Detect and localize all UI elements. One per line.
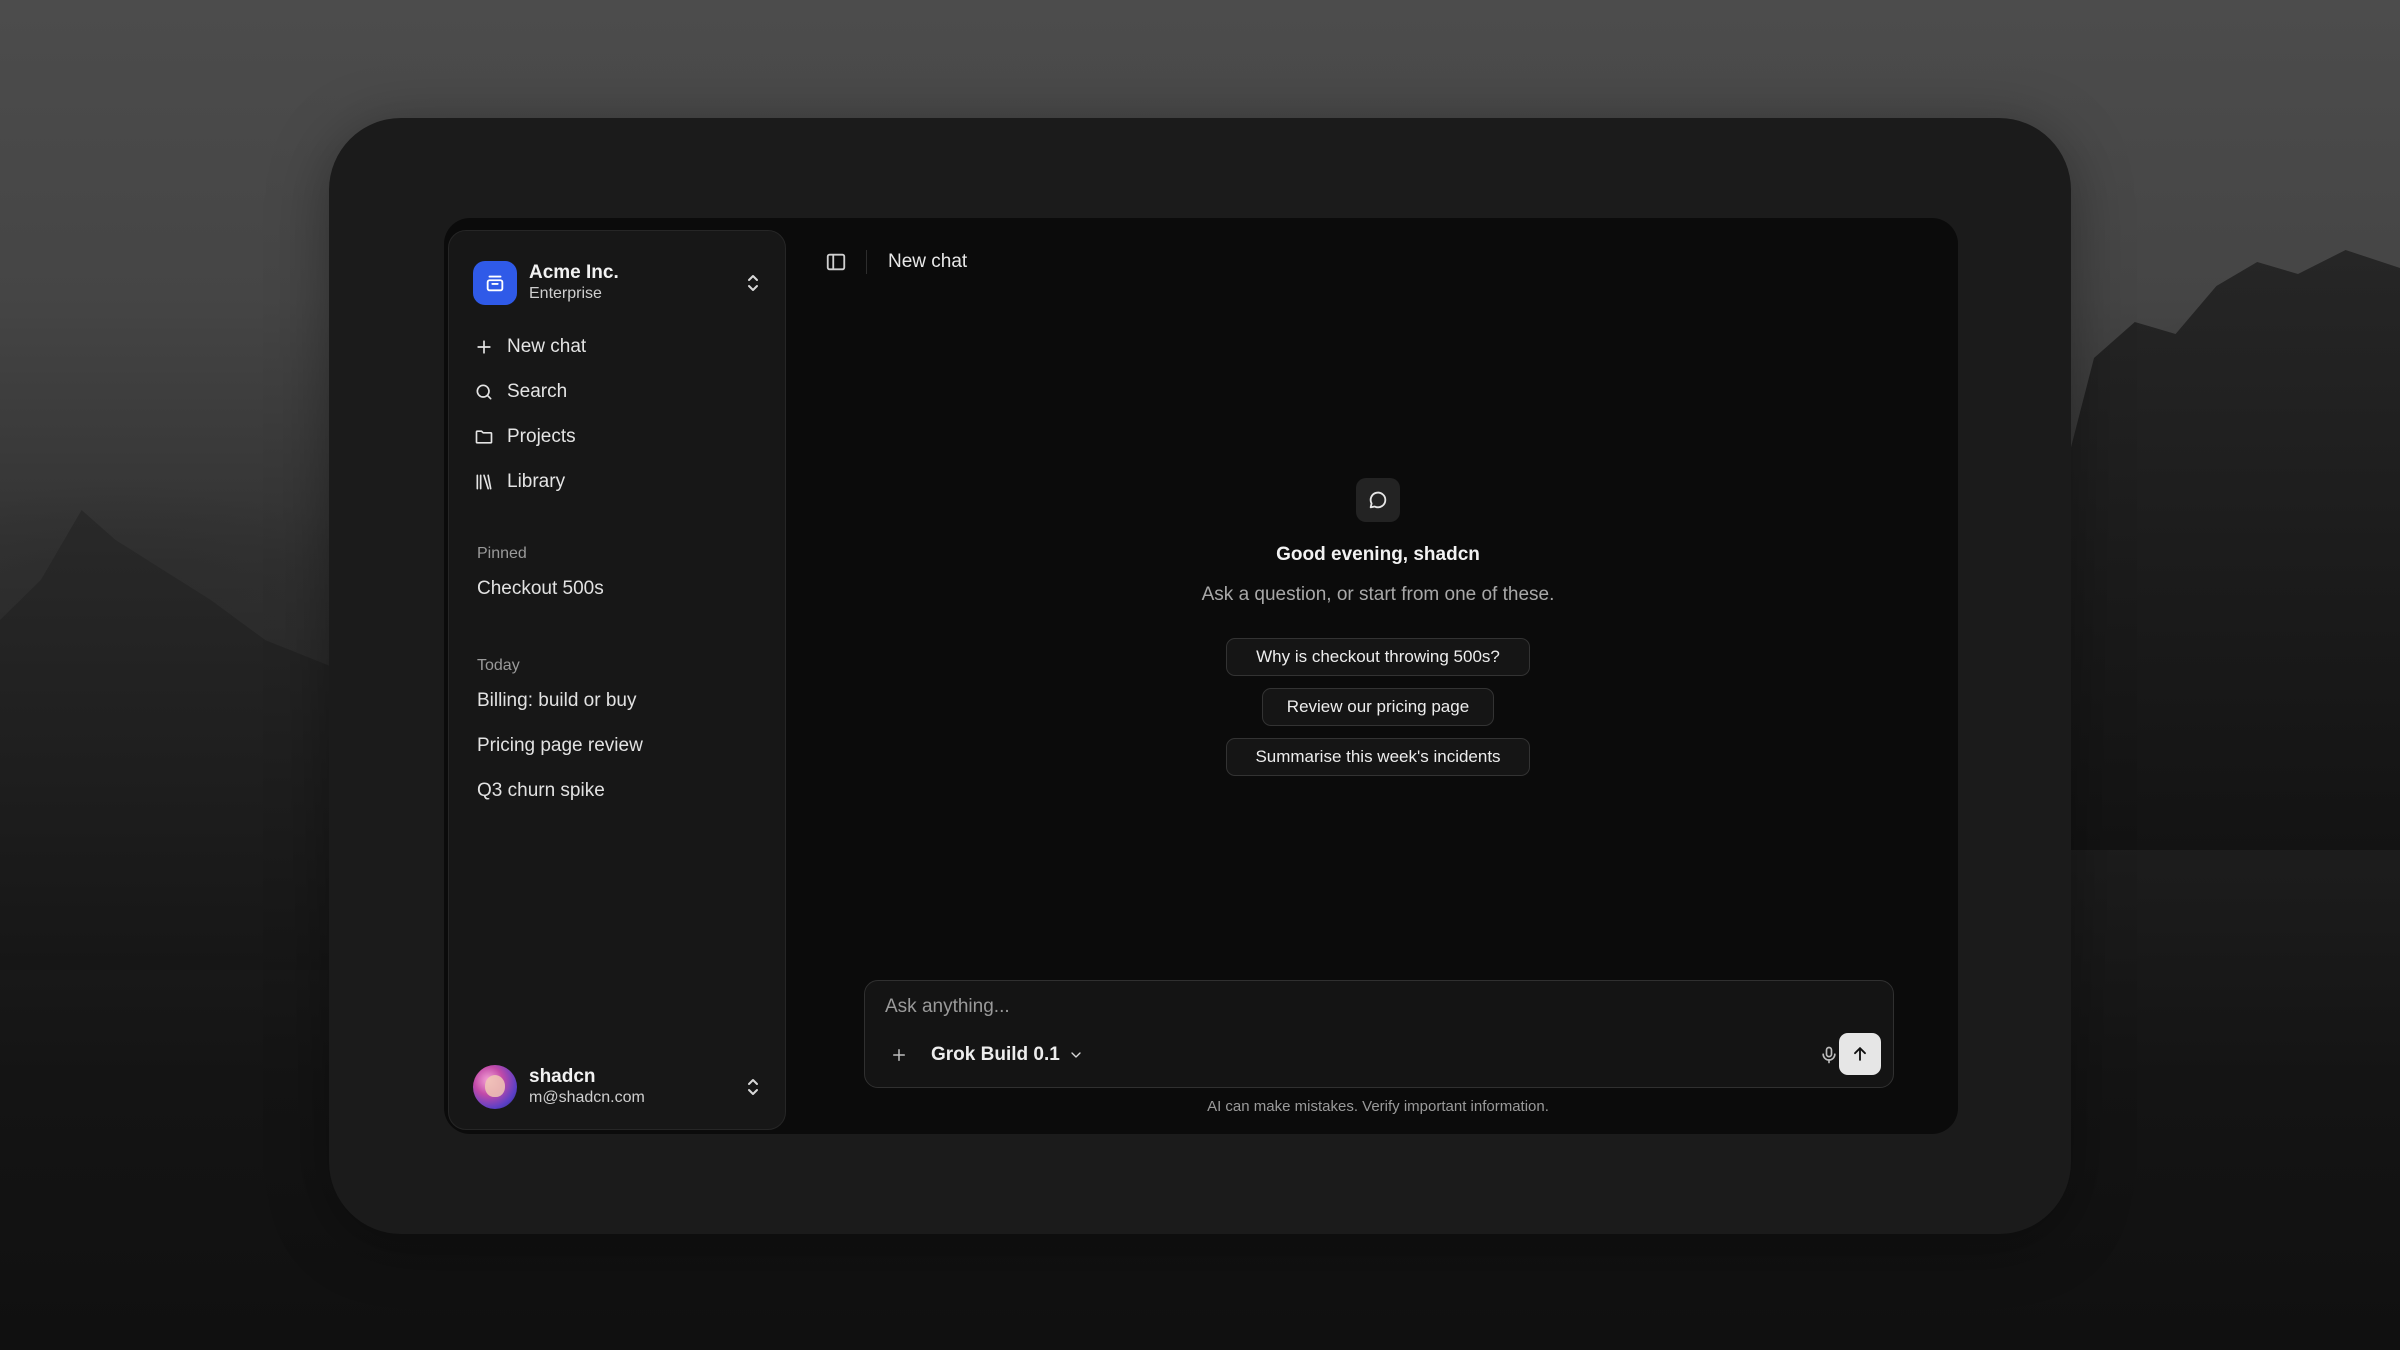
nav-label: Projects [507, 426, 576, 447]
app-window: Acme Inc. Enterprise New chat Search Pro… [444, 218, 1958, 1134]
prompt-input[interactable] [885, 991, 1865, 1023]
disclaimer: AI can make mistakes. Verify important i… [1207, 1098, 1549, 1115]
page-title: New chat [888, 251, 968, 272]
sidebar-toggle-button[interactable] [820, 246, 852, 278]
send-button[interactable] [1839, 1033, 1881, 1075]
chevron-down-icon [1068, 1047, 1084, 1063]
nav-projects[interactable]: Projects [473, 417, 765, 457]
chat-history-item[interactable]: Billing: build or buy [477, 683, 761, 719]
message-circle-icon [1369, 491, 1387, 509]
user-email: m@shadcn.com [529, 1089, 645, 1106]
workspace-switcher[interactable]: Acme Inc. Enterprise [473, 257, 765, 309]
nav-library[interactable]: Library [473, 462, 765, 502]
plus-icon [473, 336, 495, 358]
workspace-name: Acme Inc. [529, 262, 619, 283]
model-select[interactable]: Grok Build 0.1 [931, 1039, 1084, 1071]
chevrons-up-down-icon [748, 275, 758, 291]
background-rock-right [2060, 250, 2400, 850]
suggestion-chip[interactable]: Review our pricing page [1262, 688, 1494, 726]
avatar [473, 1065, 517, 1109]
workspace-logo [473, 261, 517, 305]
sidebar: Acme Inc. Enterprise New chat Search Pro… [448, 230, 786, 1130]
nav-new-chat[interactable]: New chat [473, 327, 765, 367]
user-name: shadcn [529, 1066, 596, 1087]
library-icon [473, 471, 495, 493]
composer: Grok Build 0.1 [864, 980, 1894, 1088]
empty-state-icon [1356, 478, 1400, 522]
nav-search[interactable]: Search [473, 372, 765, 412]
folder-icon [473, 426, 495, 448]
nav-label: Search [507, 381, 568, 402]
chat-history-item[interactable]: Q3 churn spike [477, 773, 761, 809]
search-icon [473, 381, 495, 403]
suggestion-chip[interactable]: Why is checkout throwing 500s? [1226, 638, 1530, 676]
workspace-plan: Enterprise [529, 285, 602, 302]
box-icon [486, 275, 504, 292]
model-name: Grok Build 0.1 [931, 1044, 1060, 1065]
user-menu[interactable]: shadcn m@shadcn.com [473, 1061, 765, 1113]
greeting-subtitle: Ask a question, or start from one of the… [1201, 584, 1555, 605]
microphone-button[interactable] [1817, 1043, 1841, 1067]
pinned-section-label: Pinned [477, 545, 527, 562]
attach-button[interactable] [887, 1043, 911, 1067]
chevrons-up-down-icon [748, 1079, 758, 1095]
microphone-icon [1822, 1046, 1836, 1064]
plus-icon [893, 1049, 905, 1061]
chat-history-item[interactable]: Pricing page review [477, 728, 761, 764]
nav-label: Library [507, 471, 566, 492]
panel-left-icon [826, 253, 846, 271]
pinned-chat-item[interactable]: Checkout 500s [477, 571, 761, 607]
nav-label: New chat [507, 336, 587, 357]
arrow-up-icon [1854, 1047, 1866, 1061]
header-divider [866, 250, 867, 274]
background-rock-left [0, 510, 340, 970]
today-section-label: Today [477, 657, 520, 674]
greeting: Good evening, shadcn [1276, 544, 1480, 565]
suggestion-chip[interactable]: Summarise this week's incidents [1226, 738, 1530, 776]
